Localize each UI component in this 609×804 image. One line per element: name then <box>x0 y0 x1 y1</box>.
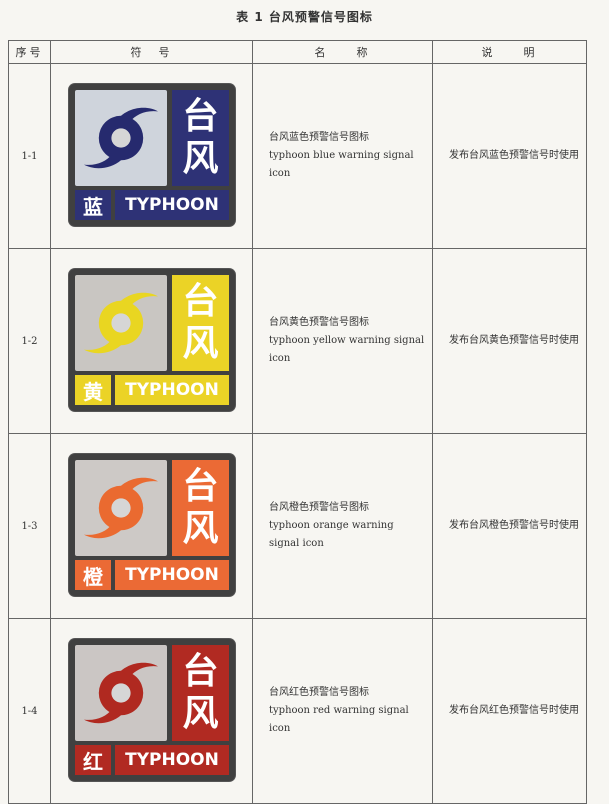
row-id: 1-1 <box>8 63 51 249</box>
symbol-cell: 台 风 橙 TYPHOON <box>50 433 253 619</box>
symbol-cell: 台 风 蓝 TYPHOON <box>50 63 253 249</box>
typhoon-english-box: TYPHOON <box>115 375 229 405</box>
color-char-box: 蓝 <box>75 190 111 220</box>
typhoon-swirl-icon <box>84 662 158 724</box>
typhoon-warning-icon: 台 风 红 TYPHOON <box>69 639 235 781</box>
typhoon-english-box: TYPHOON <box>115 745 229 775</box>
table-row: 1-1 台 风 蓝 TYPHOON 台风蓝色预警信号图标 typhoon blu… <box>8 63 587 249</box>
typhoon-chinese-label: 台 风 <box>172 460 229 556</box>
description-text: 发布台风黄色预警信号时使用 <box>449 335 579 346</box>
name-cell: 台风橙色预警信号图标 typhoon orange warning signal… <box>252 433 433 619</box>
row-id-text: 1-3 <box>21 520 38 532</box>
name-chinese: 台风黄色预警信号图标 <box>269 317 369 328</box>
typhoon-signal-table: 序号 符 号 名 称 说 明 1-1 台 风 蓝 TYPHOON 台风蓝色预警信… <box>8 40 587 804</box>
name-english: typhoon yellow warning signal icon <box>269 335 425 364</box>
name-cell: 台风红色预警信号图标 typhoon red warning signal ic… <box>252 618 433 804</box>
row-id-text: 1-2 <box>21 335 38 347</box>
icon-char-feng: 风 <box>182 323 219 364</box>
icon-char-feng: 风 <box>182 508 219 549</box>
swirl-panel <box>75 275 167 371</box>
row-id: 1-3 <box>8 433 51 619</box>
name-english: typhoon orange warning signal icon <box>269 520 394 549</box>
name-chinese: 台风橙色预警信号图标 <box>269 502 369 513</box>
swirl-panel <box>75 90 167 186</box>
header-desc: 说 明 <box>432 40 587 64</box>
table-caption: 表 1 台风预警信号图标 <box>236 10 373 24</box>
description-text: 发布台风红色预警信号时使用 <box>449 705 579 716</box>
typhoon-warning-icon: 台 风 橙 TYPHOON <box>69 454 235 596</box>
header-name: 名 称 <box>252 40 433 64</box>
icon-char-tai: 台 <box>182 96 219 137</box>
icon-color-char: 红 <box>83 749 103 774</box>
icon-color-char: 黄 <box>83 379 103 404</box>
icon-english-label: TYPHOON <box>125 565 219 585</box>
description-cell: 发布台风橙色预警信号时使用 <box>432 433 587 619</box>
header-id: 序号 <box>8 40 51 64</box>
description-cell: 发布台风红色预警信号时使用 <box>432 618 587 804</box>
color-char-box: 橙 <box>75 560 111 590</box>
description-cell: 发布台风蓝色预警信号时使用 <box>432 63 587 249</box>
name-english: typhoon blue warning signal icon <box>269 150 414 179</box>
row-id: 1-4 <box>8 618 51 804</box>
icon-char-tai: 台 <box>182 466 219 507</box>
typhoon-swirl-icon <box>84 292 158 354</box>
color-char-box: 黄 <box>75 375 111 405</box>
table-header-row: 序号 符 号 名 称 说 明 <box>8 40 587 64</box>
name-cell: 台风蓝色预警信号图标 typhoon blue warning signal i… <box>252 63 433 249</box>
description-cell: 发布台风黄色预警信号时使用 <box>432 248 587 434</box>
icon-english-label: TYPHOON <box>125 750 219 770</box>
icon-char-tai: 台 <box>182 651 219 692</box>
swirl-panel <box>75 645 167 741</box>
row-id-text: 1-1 <box>21 150 38 162</box>
icon-color-char: 橙 <box>83 564 103 589</box>
color-char-box: 红 <box>75 745 111 775</box>
row-id-text: 1-4 <box>21 705 38 717</box>
typhoon-chinese-label: 台 风 <box>172 275 229 371</box>
typhoon-swirl-icon <box>84 477 158 539</box>
typhoon-english-box: TYPHOON <box>115 560 229 590</box>
table-row: 1-4 台 风 红 TYPHOON 台风红色预警信号图标 typhoon red… <box>8 618 587 804</box>
typhoon-warning-icon: 台 风 蓝 TYPHOON <box>69 84 235 226</box>
name-chinese: 台风蓝色预警信号图标 <box>269 132 369 143</box>
table-row: 1-2 台 风 黄 TYPHOON 台风黄色预警信号图标 typhoon yel… <box>8 248 587 434</box>
typhoon-chinese-label: 台 风 <box>172 645 229 741</box>
symbol-cell: 台 风 黄 TYPHOON <box>50 248 253 434</box>
icon-char-feng: 风 <box>182 693 219 734</box>
table-row: 1-3 台 风 橙 TYPHOON 台风橙色预警信号图标 typhoon ora… <box>8 433 587 619</box>
swirl-panel <box>75 460 167 556</box>
typhoon-english-box: TYPHOON <box>115 190 229 220</box>
description-text: 发布台风蓝色预警信号时使用 <box>449 150 579 161</box>
typhoon-swirl-icon <box>84 107 158 169</box>
icon-english-label: TYPHOON <box>125 380 219 400</box>
description-text: 发布台风橙色预警信号时使用 <box>449 520 579 531</box>
name-chinese: 台风红色预警信号图标 <box>269 687 369 698</box>
icon-english-label: TYPHOON <box>125 195 219 215</box>
symbol-cell: 台 风 红 TYPHOON <box>50 618 253 804</box>
row-id: 1-2 <box>8 248 51 434</box>
icon-char-tai: 台 <box>182 281 219 322</box>
header-symbol: 符 号 <box>50 40 253 64</box>
name-english: typhoon red warning signal icon <box>269 705 409 734</box>
typhoon-chinese-label: 台 风 <box>172 90 229 186</box>
name-cell: 台风黄色预警信号图标 typhoon yellow warning signal… <box>252 248 433 434</box>
typhoon-warning-icon: 台 风 黄 TYPHOON <box>69 269 235 411</box>
icon-color-char: 蓝 <box>83 194 103 219</box>
icon-char-feng: 风 <box>182 138 219 179</box>
